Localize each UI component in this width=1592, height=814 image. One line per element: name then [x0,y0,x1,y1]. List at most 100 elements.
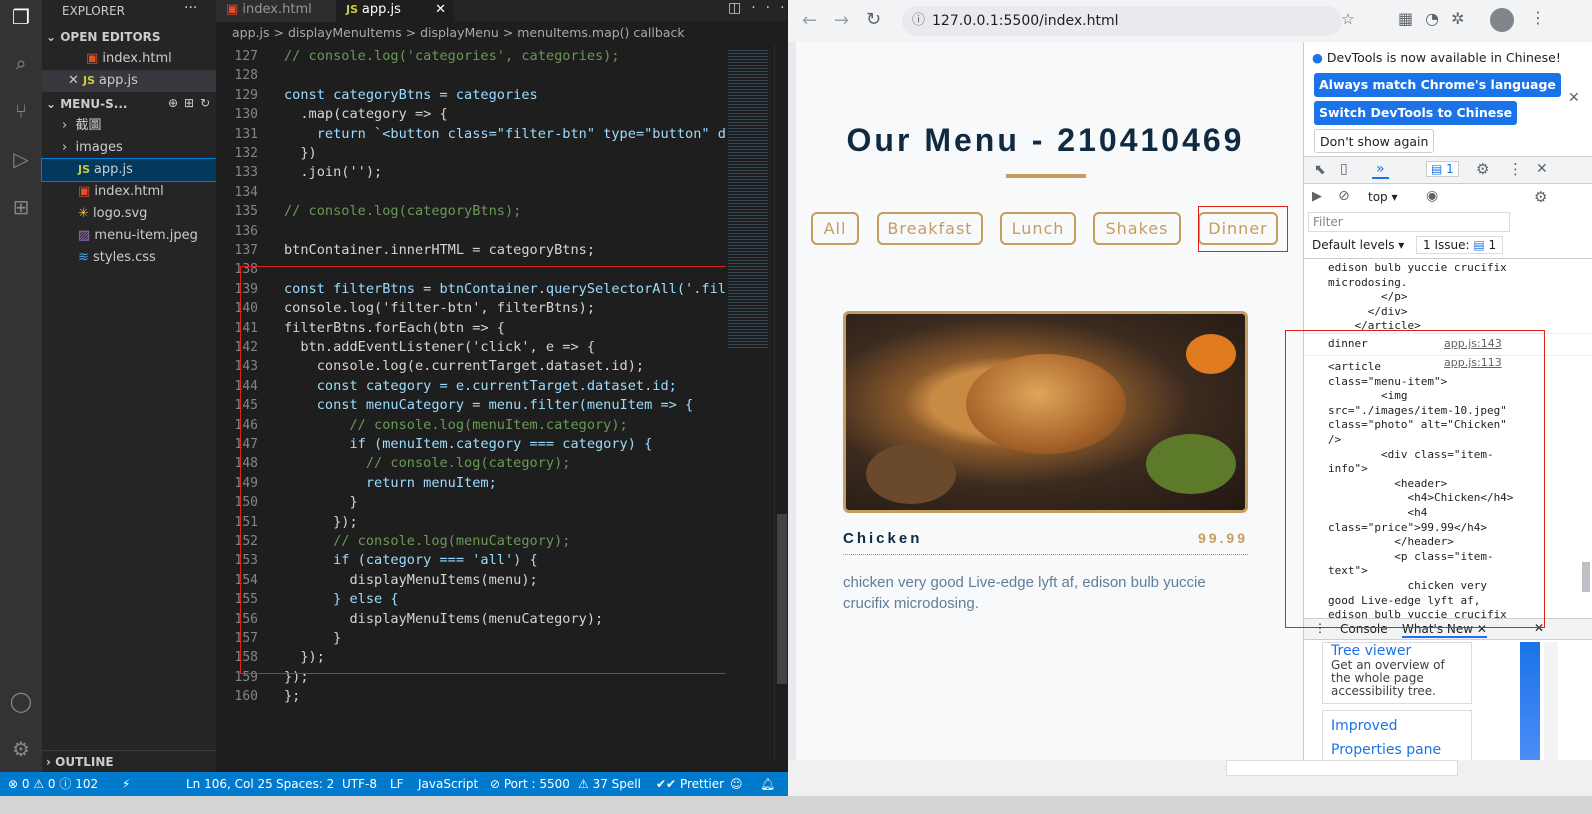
file-app-js[interactable]: JS app.js [41,158,217,182]
minimap[interactable] [726,44,774,760]
whatsnew-card-tree[interactable]: Tree viewer Get an overview of the whole… [1322,642,1472,704]
code-line[interactable]: const categoryBtns = categories [284,86,538,105]
file-index-html[interactable]: ▣ index.html [42,181,216,203]
run-debug-icon[interactable]: ▷ [6,144,36,174]
tab-app-js[interactable]: JS app.js ✕ [336,0,454,22]
switch-devtools-chinese-button[interactable]: Switch DevTools to Chinese [1314,101,1518,125]
context-selector[interactable]: top ▾ [1368,190,1398,204]
editor-tabs: ▣ index.html JS app.js ✕ ◫··· [216,0,787,22]
search-icon[interactable]: ⌕ [6,48,36,78]
breadcrumb-item[interactable]: displayMenuItems [288,25,402,40]
code-editor[interactable]: 127 128 129 130 131 132 133 134 135 136 137 138 139 1… [216,44,726,760]
clear-console-icon[interactable]: ⊘ [1338,188,1350,204]
log-levels-dropdown[interactable]: Default levels ▾ [1312,238,1404,252]
chrome-menu-icon[interactable]: ⋮ [1530,8,1546,27]
open-editors-section[interactable]: ⌄ OPEN EDITORS [42,26,216,48]
code-line[interactable]: return `<button class="filter-btn" type=… [284,125,726,144]
highlight-box-dinner [1198,206,1288,252]
always-match-language-button[interactable]: Always match Chrome's language [1314,73,1561,97]
sidebar-toggle-icon[interactable]: ▶ [1312,189,1322,204]
console-filter-input[interactable]: Filter [1308,212,1510,232]
extensions-icons[interactable]: ▦◔✲ [1398,9,1476,28]
folder-screenshots[interactable]: › 截圖 [42,115,216,137]
end-of-line[interactable]: LF [390,772,404,796]
device-toolbar-icon[interactable]: ▯ [1340,161,1348,177]
filter-button-all[interactable]: All [811,212,859,245]
forward-arrow-icon[interactable]: → [834,10,849,31]
editor-scrollbar[interactable] [774,44,788,760]
back-arrow-icon[interactable]: ← [802,10,817,31]
console-scrollbar-thumb[interactable] [1582,562,1590,592]
settings-gear-icon[interactable]: ⚙ [1534,188,1547,206]
code-line[interactable]: .map(category => { [284,105,447,124]
filter-button-shakes[interactable]: Shakes [1093,212,1181,245]
feedback-icon[interactable]: ☺ [730,772,743,796]
extensions-icon[interactable]: ⊞ [6,192,36,222]
issue-icon: ▤ [1473,238,1485,252]
account-icon[interactable]: ◯ [6,686,36,716]
avatar[interactable] [1490,8,1514,32]
code-line[interactable]: // console.log('categories', categories)… [284,47,620,66]
dont-show-again-button[interactable]: Don't show again [1314,129,1435,153]
code-line[interactable]: }; [284,687,300,706]
issues-badge[interactable]: ▤ 1 [1426,161,1459,177]
cursor-position[interactable]: Ln 106, Col 25 [186,772,273,796]
svg-icon: ✳ [78,206,94,221]
console-text: </div> [1328,304,1408,318]
files-icon[interactable]: ❐ [6,2,36,32]
whatsnew-banner [1520,642,1540,760]
live-server-port[interactable]: ⊘ Port : 5500 [490,772,570,796]
close-icon[interactable]: ✕ [435,0,446,20]
file-menu-item-jpeg[interactable]: ▨ menu-item.jpeg [42,225,216,247]
live-share-icon[interactable]: ⚡ [122,772,130,796]
more-actions-icon[interactable]: ··· [184,0,197,16]
menu-item-price: 99.99 [1197,530,1248,546]
language-mode[interactable]: JavaScript [418,772,478,796]
more-options-icon[interactable]: ⋮ [1508,160,1523,178]
code-line[interactable]: .join(''); [284,163,382,182]
filter-button-breakfast[interactable]: Breakfast [877,212,983,245]
encoding[interactable]: UTF-8 [342,772,377,796]
explorer-sidebar: EXPLORER ··· ⌄ OPEN EDITORS ▣ index.html… [41,0,226,786]
close-icon[interactable]: ✕ [1568,90,1580,106]
close-icon[interactable]: ✕ [1536,161,1548,177]
more-tabs-icon[interactable]: » [1372,161,1389,179]
line-number: 135 [234,204,258,220]
file-logo-svg[interactable]: ✳ logo.svg [42,203,216,225]
code-line[interactable]: }) [284,144,316,163]
problems-indicator[interactable]: ⊗ 0 ⚠ 0 ⓘ 102 [8,772,98,796]
reload-icon[interactable]: ↻ [866,9,881,30]
open-editor-index-html[interactable]: ▣ index.html [42,48,216,70]
file-styles-css[interactable]: ≋ styles.css [42,247,216,269]
code-line[interactable]: btnContainer.innerHTML = categoryBtns; [284,241,595,260]
whatsnew-card-properties[interactable]: Improved Properties pane [1322,710,1472,760]
breadcrumb-item[interactable]: displayMenu [420,25,499,40]
code-line[interactable]: // console.log(categoryBtns); [284,202,521,221]
source-control-icon[interactable]: ⑂ [6,96,36,126]
indentation[interactable]: Spaces: 2 [276,772,334,796]
settings-gear-icon[interactable]: ⚙ [6,734,36,764]
notifications-bell-icon[interactable]: 🔔︎ [760,772,775,796]
outline-section[interactable]: › OUTLINE [42,750,216,772]
drawer-scrollbar[interactable] [1544,642,1558,760]
split-editor-icon[interactable]: ◫··· [728,0,795,16]
filter-button-lunch[interactable]: Lunch [1000,212,1076,245]
breadcrumb-item[interactable]: menuItems.map() callback [517,25,684,40]
prettier[interactable]: ✔✔ Prettier [656,772,724,796]
page-horizontal-scrollbar[interactable] [1226,760,1458,776]
open-editor-app-js[interactable]: ✕ JS app.js [42,70,216,92]
card-title[interactable]: Tree viewer [1331,643,1463,659]
spell-checker[interactable]: ⚠ 37 Spell [578,772,641,796]
eye-icon[interactable]: ◉ [1426,188,1438,204]
folder-images[interactable]: › images [42,137,216,159]
settings-gear-icon[interactable]: ⚙ [1476,160,1489,178]
address-bar[interactable]: ⓘ 127.0.0.1:5500/index.html [902,6,1342,36]
breadcrumb-item[interactable]: app.js [216,25,270,40]
breadcrumb-separator: > [405,25,417,40]
close-icon[interactable]: ✕ [68,73,83,88]
issues-counter[interactable]: 1 Issue: ▤ 1 [1416,236,1504,254]
tab-index-html[interactable]: ▣ index.html [216,0,336,22]
html5-icon: ▣ [86,51,103,66]
site-info-icon[interactable]: ⓘ [912,6,925,36]
inspect-element-icon[interactable]: ⬉ [1314,162,1326,178]
